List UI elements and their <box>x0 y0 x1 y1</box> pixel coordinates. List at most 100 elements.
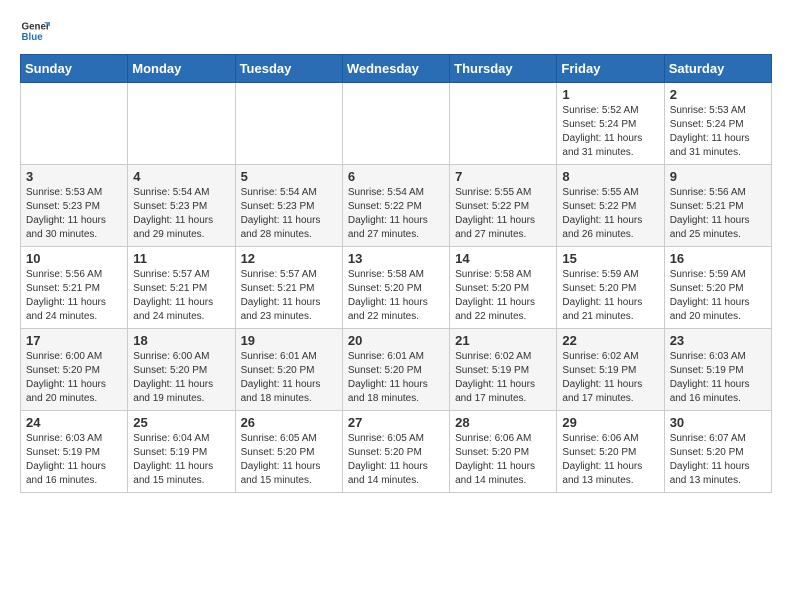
day-info: Sunrise: 6:03 AMSunset: 5:19 PMDaylight:… <box>26 432 122 488</box>
day-info: Sunrise: 5:53 AMSunset: 5:24 PMDaylight:… <box>670 104 766 160</box>
calendar-cell: 10 Sunrise: 5:56 AMSunset: 5:21 PMDayligh… <box>21 247 128 329</box>
day-info: Sunrise: 5:57 AMSunset: 5:21 PMDaylight:… <box>241 268 337 324</box>
calendar-cell: 23 Sunrise: 6:03 AMSunset: 5:19 PMDayligh… <box>664 329 771 411</box>
day-number: 28 <box>455 415 551 430</box>
day-number: 7 <box>455 169 551 184</box>
day-info: Sunrise: 6:04 AMSunset: 5:19 PMDaylight:… <box>133 432 229 488</box>
calendar-cell: 17 Sunrise: 6:00 AMSunset: 5:20 PMDayligh… <box>21 329 128 411</box>
calendar-cell: 13Sunrise: 5:58 AMSunset: 5:20 PMDayligh… <box>342 247 449 329</box>
calendar-cell: 3 Sunrise: 5:53 AMSunset: 5:23 PMDaylight… <box>21 165 128 247</box>
day-info: Sunrise: 5:56 AMSunset: 5:21 PMDaylight:… <box>670 186 766 242</box>
calendar-week-1: 1 Sunrise: 5:52 AMSunset: 5:24 PMDaylight… <box>21 83 772 165</box>
day-number: 2 <box>670 87 766 102</box>
day-info: Sunrise: 6:03 AMSunset: 5:19 PMDaylight:… <box>670 350 766 406</box>
day-number: 8 <box>562 169 658 184</box>
day-info: Sunrise: 5:53 AMSunset: 5:23 PMDaylight:… <box>26 186 122 242</box>
day-number: 26 <box>241 415 337 430</box>
day-info: Sunrise: 5:57 AMSunset: 5:21 PMDaylight:… <box>133 268 229 324</box>
day-number: 25 <box>133 415 229 430</box>
day-info: Sunrise: 6:06 AMSunset: 5:20 PMDaylight:… <box>455 432 551 488</box>
day-number: 29 <box>562 415 658 430</box>
day-info: Sunrise: 5:54 AMSunset: 5:22 PMDaylight:… <box>348 186 444 242</box>
day-info: Sunrise: 5:55 AMSunset: 5:22 PMDaylight:… <box>455 186 551 242</box>
day-number: 19 <box>241 333 337 348</box>
day-info: Sunrise: 6:05 AMSunset: 5:20 PMDaylight:… <box>348 432 444 488</box>
day-info: Sunrise: 5:59 AMSunset: 5:20 PMDaylight:… <box>670 268 766 324</box>
calendar-cell: 27 Sunrise: 6:05 AMSunset: 5:20 PMDayligh… <box>342 411 449 493</box>
header-row: SundayMondayTuesdayWednesdayThursdayFrid… <box>21 55 772 83</box>
calendar-cell <box>450 83 557 165</box>
day-number: 30 <box>670 415 766 430</box>
day-info: Sunrise: 6:02 AMSunset: 5:19 PMDaylight:… <box>562 350 658 406</box>
day-number: 20 <box>348 333 444 348</box>
day-number: 3 <box>26 169 122 184</box>
calendar-cell: 19 Sunrise: 6:01 AMSunset: 5:20 PMDayligh… <box>235 329 342 411</box>
day-number: 24 <box>26 415 122 430</box>
day-number: 10 <box>26 251 122 266</box>
day-number: 6 <box>348 169 444 184</box>
day-info: Sunrise: 5:59 AMSunset: 5:20 PMDaylight:… <box>562 268 658 324</box>
col-header-friday: Friday <box>557 55 664 83</box>
day-number: 11 <box>133 251 229 266</box>
calendar-cell <box>128 83 235 165</box>
calendar-cell: 7 Sunrise: 5:55 AMSunset: 5:22 PMDaylight… <box>450 165 557 247</box>
calendar-cell: 28 Sunrise: 6:06 AMSunset: 5:20 PMDayligh… <box>450 411 557 493</box>
calendar-cell: 6 Sunrise: 5:54 AMSunset: 5:22 PMDaylight… <box>342 165 449 247</box>
calendar-cell: 16Sunrise: 5:59 AMSunset: 5:20 PMDayligh… <box>664 247 771 329</box>
calendar-cell <box>235 83 342 165</box>
day-number: 18 <box>133 333 229 348</box>
calendar-cell: 5 Sunrise: 5:54 AMSunset: 5:23 PMDaylight… <box>235 165 342 247</box>
calendar-week-3: 10 Sunrise: 5:56 AMSunset: 5:21 PMDayligh… <box>21 247 772 329</box>
day-number: 9 <box>670 169 766 184</box>
calendar-cell: 21Sunrise: 6:02 AMSunset: 5:19 PMDayligh… <box>450 329 557 411</box>
day-info: Sunrise: 5:52 AMSunset: 5:24 PMDaylight:… <box>562 104 658 160</box>
calendar-cell: 25 Sunrise: 6:04 AMSunset: 5:19 PMDayligh… <box>128 411 235 493</box>
calendar-cell: 20Sunrise: 6:01 AMSunset: 5:20 PMDayligh… <box>342 329 449 411</box>
calendar-cell: 8 Sunrise: 5:55 AMSunset: 5:22 PMDaylight… <box>557 165 664 247</box>
calendar-cell: 26 Sunrise: 6:05 AMSunset: 5:20 PMDayligh… <box>235 411 342 493</box>
day-info: Sunrise: 5:58 AMSunset: 5:20 PMDaylight:… <box>455 268 551 324</box>
svg-text:Blue: Blue <box>22 32 44 43</box>
calendar-cell: 4Sunrise: 5:54 AMSunset: 5:23 PMDaylight… <box>128 165 235 247</box>
calendar-week-5: 24 Sunrise: 6:03 AMSunset: 5:19 PMDayligh… <box>21 411 772 493</box>
day-info: Sunrise: 5:56 AMSunset: 5:21 PMDaylight:… <box>26 268 122 324</box>
day-info: Sunrise: 6:06 AMSunset: 5:20 PMDaylight:… <box>562 432 658 488</box>
calendar-cell: 30 Sunrise: 6:07 AMSunset: 5:20 PMDayligh… <box>664 411 771 493</box>
col-header-tuesday: Tuesday <box>235 55 342 83</box>
calendar-cell: 2 Sunrise: 5:53 AMSunset: 5:24 PMDaylight… <box>664 83 771 165</box>
col-header-monday: Monday <box>128 55 235 83</box>
calendar-cell: 24 Sunrise: 6:03 AMSunset: 5:19 PMDayligh… <box>21 411 128 493</box>
calendar-cell: 9 Sunrise: 5:56 AMSunset: 5:21 PMDaylight… <box>664 165 771 247</box>
calendar-table: SundayMondayTuesdayWednesdayThursdayFrid… <box>20 54 772 493</box>
day-info: Sunrise: 6:05 AMSunset: 5:20 PMDaylight:… <box>241 432 337 488</box>
day-info: Sunrise: 5:55 AMSunset: 5:22 PMDaylight:… <box>562 186 658 242</box>
page-header: General Blue <box>20 16 772 46</box>
day-info: Sunrise: 6:01 AMSunset: 5:20 PMDaylight:… <box>241 350 337 406</box>
day-number: 23 <box>670 333 766 348</box>
day-info: Sunrise: 5:54 AMSunset: 5:23 PMDaylight:… <box>241 186 337 242</box>
calendar-week-2: 3 Sunrise: 5:53 AMSunset: 5:23 PMDaylight… <box>21 165 772 247</box>
calendar-cell: 18Sunrise: 6:00 AMSunset: 5:20 PMDayligh… <box>128 329 235 411</box>
calendar-cell: 15 Sunrise: 5:59 AMSunset: 5:20 PMDayligh… <box>557 247 664 329</box>
col-header-thursday: Thursday <box>450 55 557 83</box>
day-number: 1 <box>562 87 658 102</box>
col-header-saturday: Saturday <box>664 55 771 83</box>
calendar-cell: 22 Sunrise: 6:02 AMSunset: 5:19 PMDayligh… <box>557 329 664 411</box>
day-number: 22 <box>562 333 658 348</box>
day-number: 15 <box>562 251 658 266</box>
day-number: 5 <box>241 169 337 184</box>
calendar-week-4: 17 Sunrise: 6:00 AMSunset: 5:20 PMDayligh… <box>21 329 772 411</box>
day-number: 17 <box>26 333 122 348</box>
calendar-cell: 12 Sunrise: 5:57 AMSunset: 5:21 PMDayligh… <box>235 247 342 329</box>
day-number: 27 <box>348 415 444 430</box>
day-info: Sunrise: 6:07 AMSunset: 5:20 PMDaylight:… <box>670 432 766 488</box>
calendar-cell: 14Sunrise: 5:58 AMSunset: 5:20 PMDayligh… <box>450 247 557 329</box>
calendar-cell: 11 Sunrise: 5:57 AMSunset: 5:21 PMDayligh… <box>128 247 235 329</box>
day-number: 12 <box>241 251 337 266</box>
logo: General Blue <box>20 16 50 46</box>
day-info: Sunrise: 6:00 AMSunset: 5:20 PMDaylight:… <box>26 350 122 406</box>
day-info: Sunrise: 5:54 AMSunset: 5:23 PMDaylight:… <box>133 186 229 242</box>
calendar-cell <box>21 83 128 165</box>
calendar-cell <box>342 83 449 165</box>
col-header-wednesday: Wednesday <box>342 55 449 83</box>
